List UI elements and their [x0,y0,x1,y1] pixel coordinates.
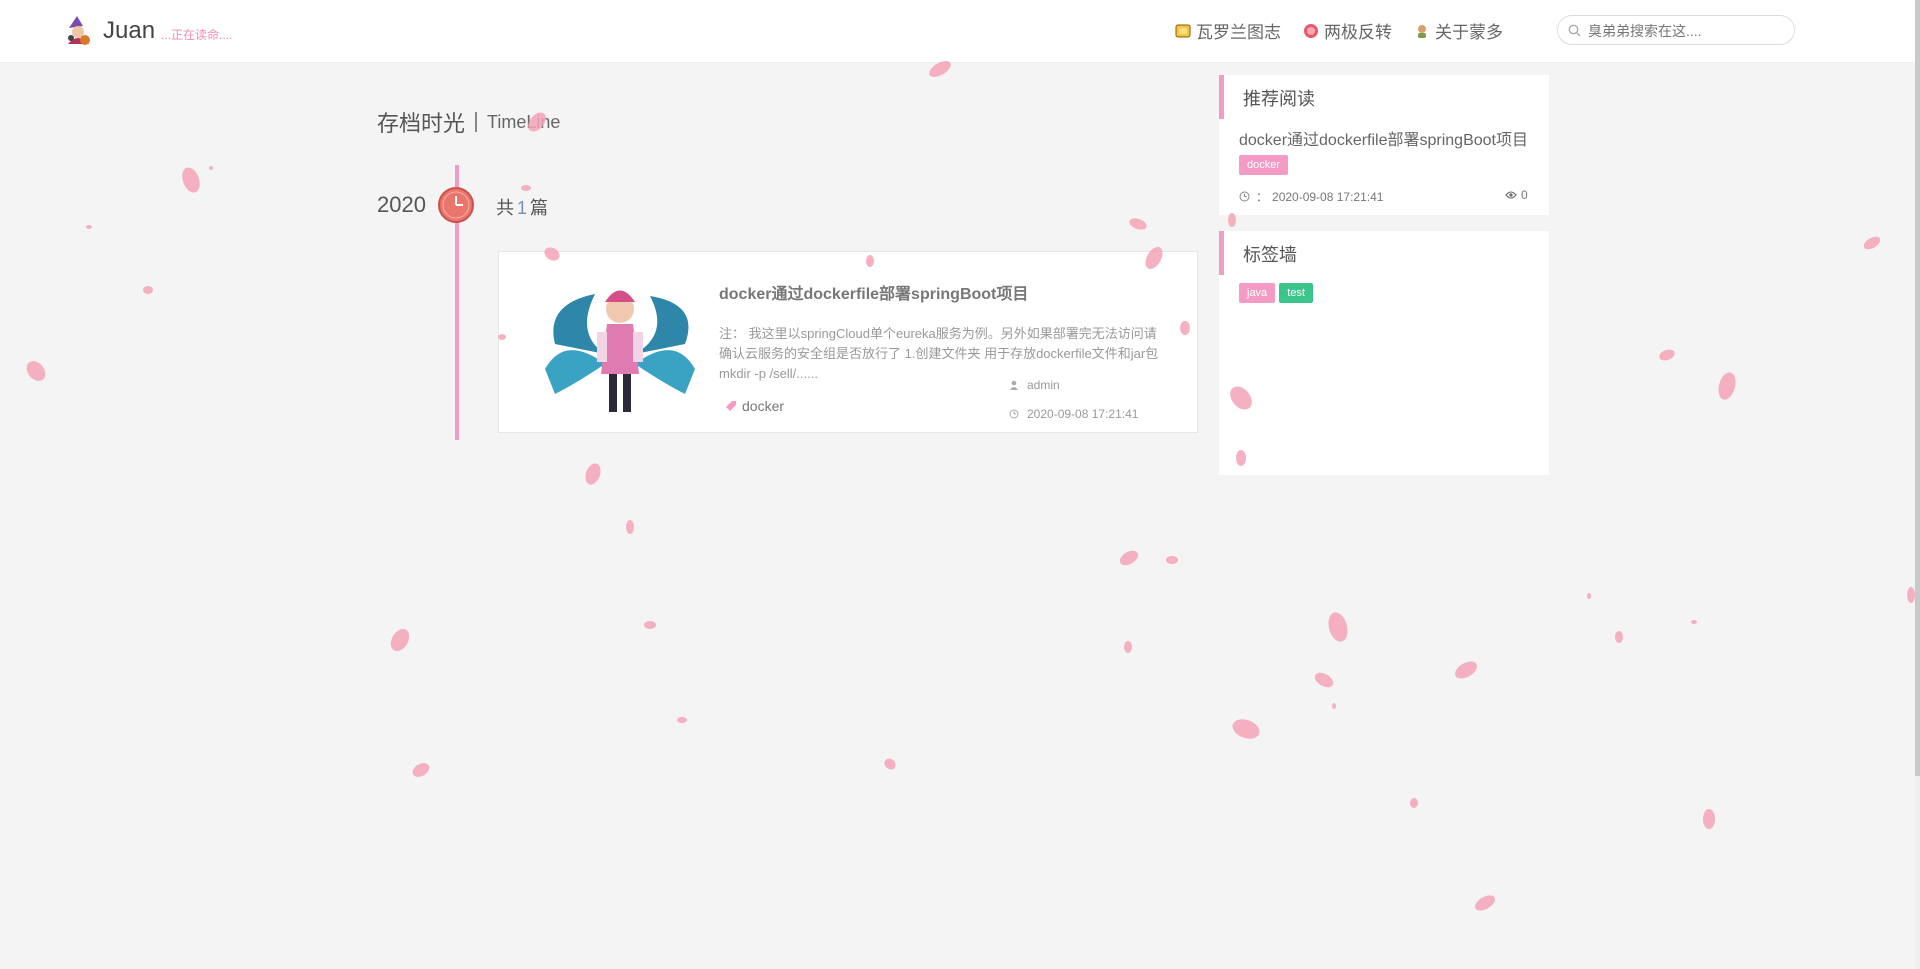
widget-title: 标签墙 [1243,245,1297,265]
post-date: 2020-09-08 17:21:41 [1009,407,1138,421]
recommended-widget: 推荐阅读 docker通过dockerfile部署springBoot项目 do… [1219,75,1549,215]
nav-item-about[interactable]: 关于蒙多 [1414,18,1503,43]
brand[interactable]: Juan ...正在读命.... [63,14,232,46]
recommended-post-tag[interactable]: docker [1239,155,1289,175]
clock-icon [438,187,474,223]
post-title[interactable]: docker通过dockerfile部署springBoot项目 [719,280,1028,304]
date-label: ： [1256,190,1269,204]
nav-label: 两极反转 [1324,23,1392,42]
post-author: admin [1009,378,1060,392]
sakura-petals-decoration [26,61,1915,911]
page-title: 存档时光 [377,111,466,136]
site-logo-icon [63,14,93,46]
top-header: Juan ...正在读命.... 瓦罗兰图志 两极反转 关于蒙多 [0,0,1920,63]
nav-item-polar[interactable]: 两极反转 [1303,18,1392,43]
tag-java[interactable]: java [1239,283,1276,303]
search-icon [1568,24,1581,37]
recommended-post-title[interactable]: docker通过dockerfile部署springBoot项目 [1239,126,1528,150]
widget-title: 推荐阅读 [1243,89,1315,109]
count-suffix: 篇 [530,198,549,218]
post-count: 共1篇 [496,194,548,220]
search-box [1557,15,1795,45]
brand-name: Juan [103,17,156,44]
post-tag[interactable]: docker [725,398,784,414]
nav-item-valoran[interactable]: 瓦罗兰图志 [1175,18,1281,43]
tagwall-widget: 标签墙 java test [1219,231,1549,475]
tag-test[interactable]: test [1279,283,1313,303]
page-heading: 存档时光 TimeLine [377,106,560,138]
widget-accent [1219,75,1224,119]
brand-subtitle: ...正在读命.... [161,28,233,42]
time-icon [1009,409,1019,419]
avatar-icon [1418,24,1426,38]
timeline-year: 2020 [377,192,426,217]
nav-label: 关于蒙多 [1435,23,1503,42]
date-value: 2020-09-08 17:21:41 [1272,189,1384,204]
map-icon [1175,24,1191,37]
nav-label: 瓦罗兰图志 [1196,23,1281,42]
post-author-name: admin [1027,378,1060,392]
search-input[interactable] [1586,21,1786,41]
eye-icon [1505,191,1517,199]
poro-icon [1304,23,1318,38]
page-scrollbar[interactable] [1915,0,1920,969]
post-thumbnail[interactable] [535,274,705,424]
count-number: 1 [517,198,528,218]
post-date-value: 2020-09-08 17:21:41 [1027,407,1139,421]
scrollbar-thumb[interactable] [1915,0,1920,776]
tag-list: java test [1239,283,1317,303]
title-divider [475,112,478,132]
clock-icon [1239,191,1250,202]
count-prefix: 共 [496,198,514,218]
main-nav: 瓦罗兰图志 两极反转 关于蒙多 [1175,18,1525,43]
page-subtitle: TimeLine [487,111,561,132]
post-tag-label: docker [742,398,785,414]
recommended-post-date: ： 2020-09-08 17:21:41 [1239,188,1383,205]
user-icon [1010,380,1018,390]
views-count: 0 [1521,188,1528,202]
widget-accent [1219,231,1224,275]
recommended-post-views: 0 [1505,188,1528,202]
post-excerpt: 注： 我这里以springCloud单个eureka服务为例。另外如果部署完无法… [719,326,1159,381]
post-card[interactable]: docker通过dockerfile部署springBoot项目 注： 我这里以… [498,251,1198,433]
tag-icon [726,401,736,411]
